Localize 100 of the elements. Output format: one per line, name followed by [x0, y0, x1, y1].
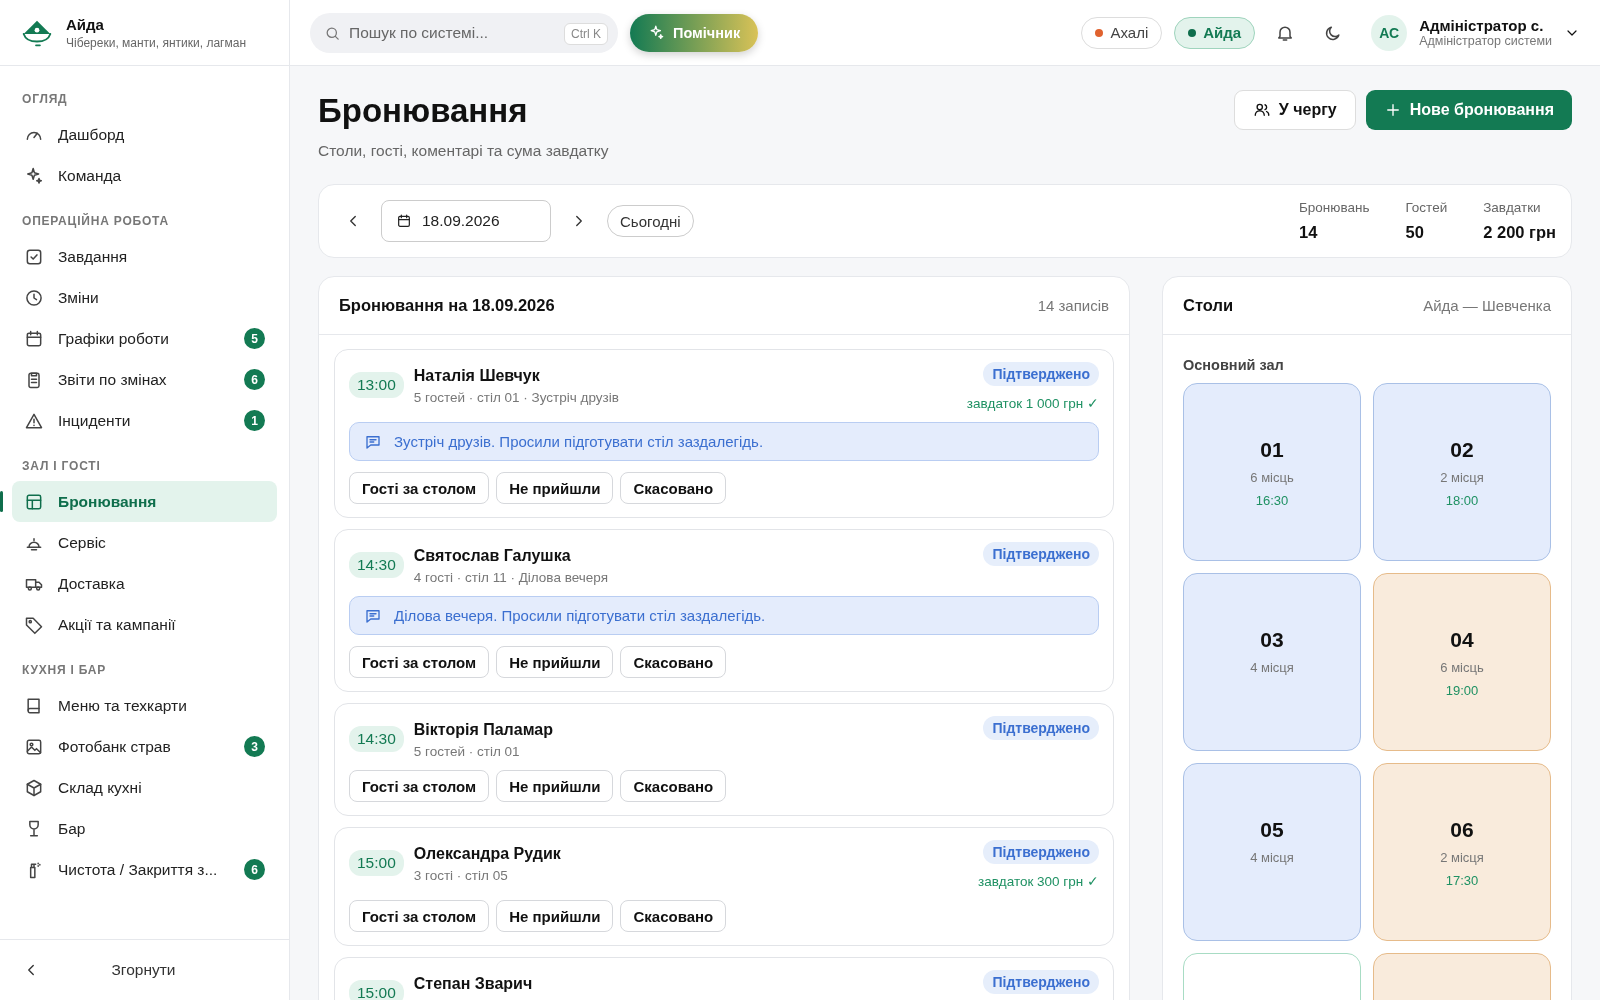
reservation-details: 5 гостей · стіл 01	[413, 744, 521, 759]
stat-value: 50	[1405, 223, 1425, 242]
reservation-details: 5 гостей · стіл 01 · Зустріч друзів	[413, 390, 620, 405]
deposit-text: завдаток 300 грн ✓	[978, 873, 1099, 889]
table-number: 01	[1260, 438, 1284, 462]
status-action-button[interactable]: Не прийшли	[496, 472, 614, 504]
calendar-icon	[24, 328, 44, 349]
status-action-button[interactable]: Скасовано	[620, 770, 727, 802]
count-badge: 6	[244, 369, 265, 390]
panel-title: Бронювання на 18.09.2026	[339, 296, 555, 315]
table-tile[interactable]: 01 6 місць 16:30	[1183, 383, 1361, 561]
nav-item[interactable]: Сервіс	[12, 522, 277, 563]
count-badge: 5	[244, 328, 265, 349]
user-name: Адміністратор с.	[1419, 17, 1545, 34]
collapse-button[interactable]: Згорнути	[0, 939, 289, 1000]
count-badge: 3	[244, 736, 265, 757]
status-action-button[interactable]: Не прийшли	[496, 770, 614, 802]
table-tile[interactable]: 05 4 місця	[1183, 763, 1361, 941]
box-icon	[24, 777, 44, 798]
status-badge: Підтверджено	[983, 542, 1099, 566]
status-badge: Підтверджено	[983, 840, 1099, 864]
nav-item[interactable]: Дашборд	[12, 114, 277, 155]
nav-item[interactable]: Завдання	[12, 236, 277, 277]
count-badge: 1	[244, 410, 265, 431]
user-avatar: АС	[1371, 14, 1408, 51]
status-action-button[interactable]: Гості за столом	[349, 646, 490, 678]
stat-label: Завдатки	[1483, 200, 1542, 215]
nav-item[interactable]: Доставка	[12, 563, 277, 604]
nav-item[interactable]: Звіти по змінах 6	[12, 359, 277, 400]
status-action-button[interactable]: Скасовано	[620, 900, 727, 932]
stat-label: Бронювань	[1298, 200, 1370, 215]
people-icon	[1252, 101, 1271, 119]
table-number: 04	[1450, 628, 1474, 652]
guest-name: Вікторія Паламар	[413, 721, 554, 739]
time-badge: 15:00	[349, 980, 404, 1000]
page-subtitle: Столи, гості, коментарі та сума завдатку	[318, 142, 610, 160]
sparkle-icon	[648, 24, 665, 41]
new-reservation-button[interactable]: Нове бронювання	[1365, 90, 1572, 130]
guest-name: Святослав Галушка	[413, 547, 572, 565]
seat-count: 6 місць	[1440, 660, 1484, 675]
nav-item[interactable]: Інциденти 1	[12, 400, 277, 441]
nav-item[interactable]: Бар	[12, 808, 277, 849]
section-heading: КУХНЯ І БАР	[21, 662, 108, 679]
status-badge: Підтверджено	[983, 716, 1099, 740]
reservation-time: 16:30	[1255, 493, 1289, 508]
nav-item[interactable]: Фотобанк страв 3	[12, 726, 277, 767]
panel-title: Столи	[1183, 296, 1234, 315]
guest-name: Олександра Рудик	[413, 845, 562, 863]
stat-value: 14	[1298, 223, 1319, 242]
reservation-time: 17:30	[1445, 873, 1479, 888]
table-tile[interactable]: 06 2 місця 17:30	[1373, 763, 1551, 941]
table-number: 02	[1450, 438, 1474, 462]
today-button[interactable]: Сьогодні	[607, 205, 694, 237]
stat-label: Гостей	[1405, 200, 1448, 215]
table-number: 05	[1260, 818, 1284, 842]
time-badge: 14:30	[349, 726, 404, 752]
status-action-button[interactable]: Гості за столом	[349, 770, 490, 802]
table-tile[interactable]: 02 2 місця 18:00	[1373, 383, 1551, 561]
nav-item[interactable]: Склад кухні	[12, 767, 277, 808]
table-tile[interactable]: 04 6 місць 19:00	[1373, 573, 1551, 751]
clock-icon	[24, 287, 44, 308]
table-tile[interactable]: 03 4 місця	[1183, 573, 1361, 751]
nav-item[interactable]: Меню та техкарти	[12, 685, 277, 726]
seat-count: 6 місць	[1250, 470, 1294, 485]
stat-value: 2 200 грн	[1483, 223, 1556, 242]
status-action-button[interactable]: Гості за столом	[349, 900, 490, 932]
status-badge: Підтверджено	[983, 362, 1099, 386]
location-name: Айда — Шевченка	[1423, 297, 1551, 314]
status-action-button[interactable]: Скасовано	[620, 646, 727, 678]
time-badge: 15:00	[349, 850, 404, 876]
location-chip[interactable]: Айда	[1174, 16, 1256, 49]
nav-item[interactable]: Зміни	[12, 277, 277, 318]
guest-name: Наталія Шевчук	[413, 367, 541, 385]
seat-count: 2 місця	[1440, 470, 1484, 485]
comment-note: Ділова вечеря. Просили підготувати стіл заздалегідь.	[349, 596, 1099, 635]
guest-name: Степан Зварич	[413, 975, 534, 993]
status-action-button[interactable]: Не прийшли	[496, 646, 614, 678]
nav-item[interactable]: Чистота / Закриття з... 6	[12, 849, 277, 890]
nav-item[interactable]: Графіки роботи 5	[12, 318, 277, 359]
status-action-button[interactable]: Гості за столом	[349, 472, 490, 504]
location-chip[interactable]: Ахалі	[1081, 16, 1163, 49]
time-badge: 13:00	[349, 372, 404, 398]
table-number: 06	[1450, 818, 1474, 842]
reservation-time: 19:00	[1445, 683, 1479, 698]
sparkle-icon	[24, 165, 44, 186]
nav-item[interactable]: Акції та кампанії	[12, 604, 277, 645]
calendar-icon	[396, 213, 412, 229]
count-badge: 6	[244, 859, 265, 880]
seat-count: 2 місця	[1440, 850, 1484, 865]
section-heading: ЗАЛ І ГОСТІ	[21, 458, 102, 475]
time-badge: 14:30	[349, 552, 404, 578]
queue-button[interactable]: У чергу	[1233, 90, 1356, 130]
shortcut-hint: Ctrl K	[564, 22, 608, 45]
date-field[interactable]: 18.09.2026	[381, 200, 551, 242]
status-badge: Підтверджено	[983, 970, 1099, 994]
section-heading: ОПЕРАЦІЙНА РОБОТА	[21, 212, 170, 230]
table-number: 03	[1260, 628, 1284, 652]
status-action-button[interactable]: Скасовано	[620, 472, 727, 504]
status-action-button[interactable]: Не прийшли	[496, 900, 614, 932]
nav-item[interactable]: Команда	[12, 155, 277, 196]
